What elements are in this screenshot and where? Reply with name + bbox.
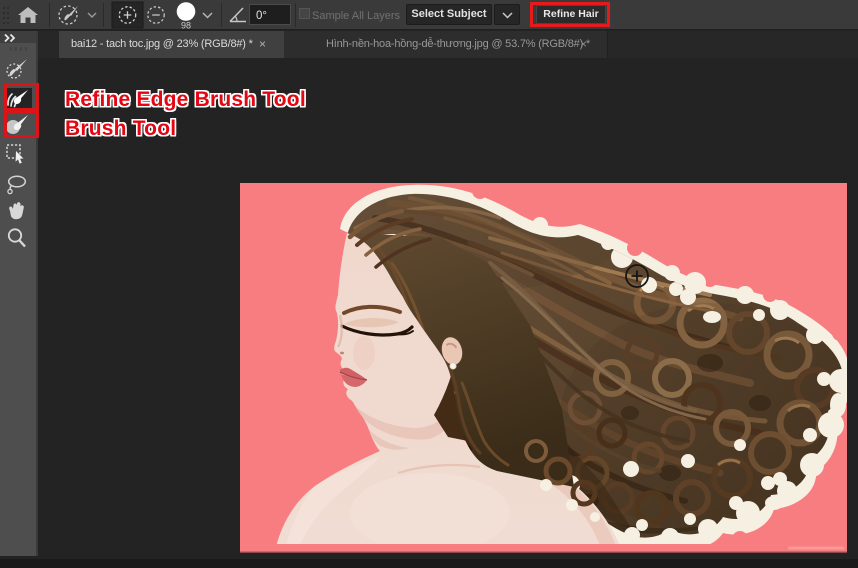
svg-text:Sample All Layers: Sample All Layers xyxy=(312,10,401,22)
svg-text:0°: 0° xyxy=(256,10,267,22)
svg-text:98: 98 xyxy=(181,21,191,31)
